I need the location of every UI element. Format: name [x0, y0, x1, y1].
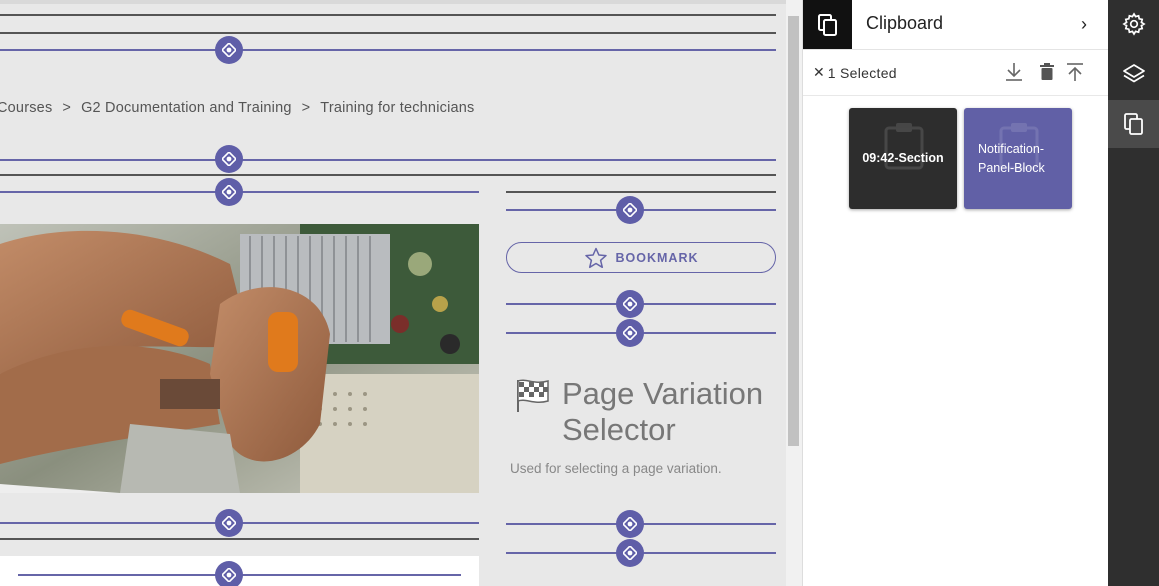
clipboard-copy-icon — [803, 0, 852, 49]
drop-zone-line — [0, 159, 776, 161]
target-icon — [623, 203, 637, 217]
drop-zone-handle[interactable] — [215, 509, 243, 537]
target-icon — [222, 185, 236, 199]
section-divider — [0, 538, 479, 540]
bookmark-label: BOOKMARK — [615, 250, 699, 265]
drop-zone-handle[interactable] — [215, 178, 243, 206]
section-divider — [0, 32, 776, 34]
hero-image-technician — [0, 224, 479, 493]
target-icon — [623, 326, 637, 340]
canvas-top-edge — [0, 0, 786, 4]
drop-zone-handle[interactable] — [215, 145, 243, 173]
star-icon — [584, 247, 607, 268]
section-divider — [0, 174, 776, 176]
breadcrumb-separator: > — [62, 100, 72, 116]
page-variation-selector-description: Used for selecting a page variation. — [510, 461, 722, 476]
drop-zone-handle[interactable] — [616, 319, 644, 347]
checkered-flag-icon — [514, 376, 552, 419]
title-line-2: Selector — [562, 412, 676, 447]
target-icon — [222, 152, 236, 166]
page-variation-selector-title: Page Variation Selector — [562, 376, 763, 448]
breadcrumb-item-training[interactable]: Training for technicians — [320, 100, 474, 116]
drop-zone-handle[interactable] — [616, 510, 644, 538]
drop-zone-handle[interactable] — [215, 561, 243, 586]
target-icon — [623, 517, 637, 531]
clipboard-item-label: Notification-Panel-Block — [978, 141, 1045, 175]
chevron-right-icon[interactable]: › — [1081, 14, 1087, 35]
clipboard-item[interactable]: 09:42-Section — [849, 108, 957, 209]
selected-count-label: 1 Selected — [827, 64, 897, 81]
target-icon — [222, 43, 236, 57]
gear-icon — [1121, 12, 1146, 36]
breadcrumb-item-courses[interactable]: Courses — [0, 100, 52, 116]
breadcrumb: Courses > G2 Documentation and Training > Tr… — [0, 100, 474, 116]
drop-zone-handle[interactable] — [616, 196, 644, 224]
clipboard-title: Clipboard — [866, 13, 944, 33]
clipboard-icon — [1123, 113, 1143, 135]
settings-button[interactable] — [1108, 0, 1159, 48]
download-icon[interactable] — [1005, 62, 1023, 87]
target-icon — [222, 516, 236, 530]
canvas-scrollbar-thumb[interactable] — [788, 16, 799, 446]
clipboard-item-label: 09:42-Section — [862, 151, 944, 165]
upload-icon[interactable] — [1066, 62, 1084, 87]
layers-button[interactable] — [1108, 50, 1159, 98]
breadcrumb-separator: > — [301, 100, 311, 116]
drop-zone-handle[interactable] — [616, 539, 644, 567]
drop-zone-line — [0, 49, 776, 51]
title-line-1: Page Variation — [562, 376, 764, 411]
section-divider — [506, 191, 776, 193]
clipboard-button[interactable] — [1108, 100, 1159, 148]
drop-zone-handle[interactable] — [616, 290, 644, 318]
layers-icon — [1122, 64, 1145, 83]
trash-icon[interactable] — [1040, 62, 1054, 87]
clipboard-header: Clipboard › — [803, 0, 1109, 50]
clear-selection-button[interactable]: ✕ 1 Selected — [813, 64, 897, 81]
drop-zone-handle[interactable] — [215, 36, 243, 64]
tool-rail — [1108, 0, 1159, 586]
section-divider — [0, 14, 776, 16]
close-icon: ✕ — [813, 64, 825, 80]
target-icon — [623, 297, 637, 311]
clipboard-panel: Clipboard › ✕ 1 Selected 09:42-Section N… — [802, 0, 1109, 586]
target-icon — [623, 546, 637, 560]
target-icon — [222, 568, 236, 582]
breadcrumb-item-g2-documentation[interactable]: G2 Documentation and Training — [81, 100, 292, 116]
clipboard-item-selected[interactable]: Notification-Panel-Block — [964, 108, 1072, 209]
bookmark-button[interactable]: BOOKMARK — [506, 242, 776, 273]
clipboard-toolbar: ✕ 1 Selected — [803, 49, 1109, 96]
page-canvas: Courses > G2 Documentation and Training > Tr… — [0, 0, 786, 586]
